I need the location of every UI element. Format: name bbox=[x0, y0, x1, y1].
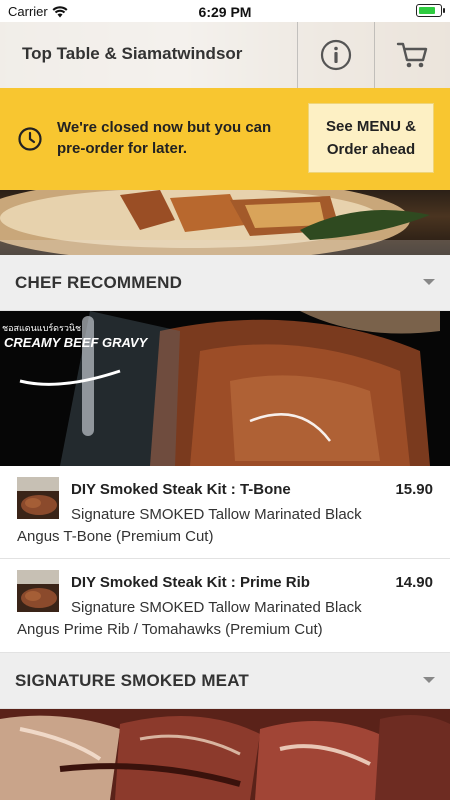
info-button[interactable] bbox=[297, 22, 374, 88]
store-title: Top Table & Siamatwindsor bbox=[22, 44, 243, 63]
cart-icon bbox=[396, 42, 428, 68]
closed-message: We're closed now but you can pre-order f… bbox=[57, 119, 272, 157]
battery-icon bbox=[416, 4, 445, 17]
see-menu-order-ahead-button[interactable]: See MENU & Order ahead bbox=[308, 103, 434, 173]
item-name: DIY Smoked Steak Kit : T-Bone bbox=[71, 481, 291, 498]
store-hero-image bbox=[0, 190, 450, 256]
menu-item-prime-rib[interactable]: DIY Smoked Steak Kit : Prime Rib 14.90 S… bbox=[0, 559, 450, 653]
category-header-chef-recommend[interactable]: CHEF RECOMMEND bbox=[0, 255, 450, 311]
status-bar: Carrier 6:29 PM bbox=[0, 0, 450, 22]
category-image-chef-recommend: ชอสแดนแบร์ดรวนิช CREAMY BEEF GRAVY bbox=[0, 311, 450, 466]
category-header-signature-smoked-meat[interactable]: SIGNATURE SMOKED MEAT bbox=[0, 653, 450, 709]
info-icon bbox=[320, 39, 352, 71]
item-name: DIY Smoked Steak Kit : Prime Rib bbox=[71, 574, 310, 591]
item-description: Signature SMOKED Tallow Marinated Black … bbox=[17, 506, 362, 545]
category-label: CHEF RECOMMEND bbox=[15, 273, 183, 292]
item-price: 15.90 bbox=[395, 481, 433, 498]
clock-time: 6:29 PM bbox=[198, 4, 252, 20]
category-image-signature-smoked-meat bbox=[0, 709, 450, 800]
cart-button[interactable] bbox=[374, 22, 450, 88]
chevron-down-icon bbox=[423, 677, 435, 683]
store-header: Top Table & Siamatwindsor bbox=[0, 22, 450, 88]
category-label: SIGNATURE SMOKED MEAT bbox=[15, 671, 250, 690]
item-price: 14.90 bbox=[395, 574, 433, 591]
item-description: Signature SMOKED Tallow Marinated Black … bbox=[17, 599, 362, 638]
menu-item-t-bone[interactable]: DIY Smoked Steak Kit : T-Bone 15.90 Sign… bbox=[0, 466, 450, 559]
see-menu-order-ahead-label: See MENU & Order ahead bbox=[325, 118, 417, 158]
image-caption: CREAMY BEEF GRAVY bbox=[4, 335, 149, 350]
chevron-down-icon bbox=[423, 279, 435, 285]
svg-text:ชอสแดนแบร์ดรวนิช: ชอสแดนแบร์ดรวนิช bbox=[2, 322, 81, 333]
clock-icon bbox=[18, 127, 42, 151]
